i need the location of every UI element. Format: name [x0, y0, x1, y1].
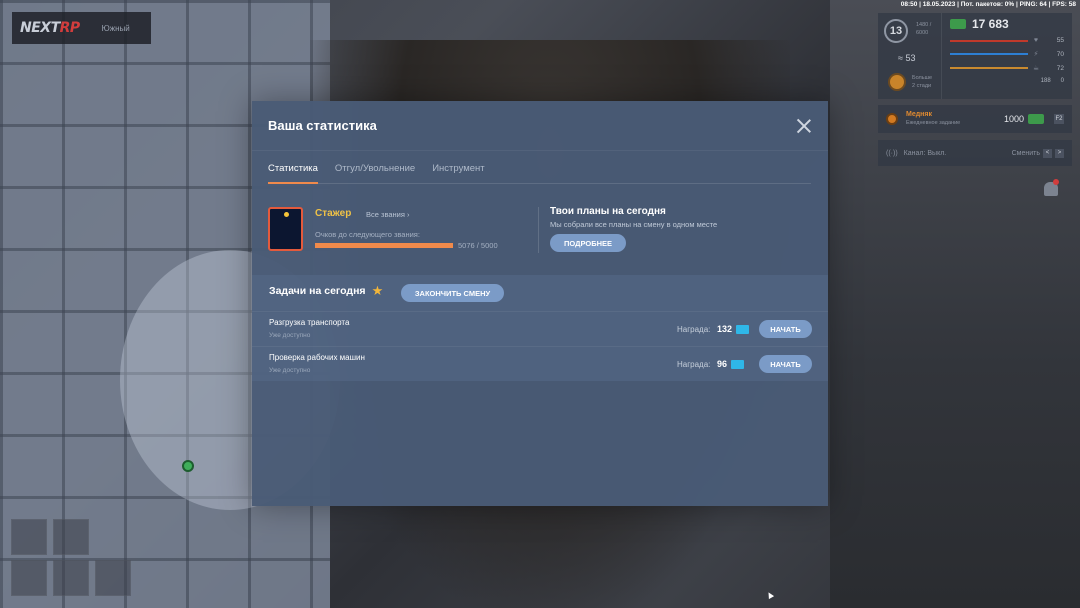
daily-task-widget: Медняк Ежедневное задание 1000 F2	[878, 105, 1072, 133]
hud-player-stats: 13 1480 /6000 ≈ 53 Больше 2 стади 17 683 …	[878, 13, 1072, 99]
money-icon	[1028, 114, 1044, 124]
switch-channel-label: Сменить	[1011, 149, 1040, 157]
hud-level-panel: 13 1480 /6000 ≈ 53 Больше 2 стади	[878, 13, 942, 99]
task-status: Уже доступно	[269, 332, 311, 339]
details-button[interactable]: ПОДРОБНЕЕ	[550, 234, 626, 252]
task-subtitle: Ежедневное задание	[906, 120, 961, 126]
wanted-level: ≈ 53	[898, 53, 916, 63]
server-logo: NEXTRP Южный	[12, 12, 151, 44]
task-icon	[886, 113, 898, 125]
channel-label: Канал: Выкл.	[903, 149, 947, 157]
notification-dot	[1053, 179, 1059, 185]
plans-card: Твои планы на сегодня Мы собрали все пла…	[550, 206, 810, 252]
health-value: 55	[1056, 37, 1064, 44]
tab-tools[interactable]: Инструмент	[432, 163, 484, 184]
section-divider	[538, 207, 539, 253]
task-reward: 1000 F2	[1003, 114, 1064, 124]
task-name: Медняк	[906, 111, 932, 118]
rank-text: Больше 2 стади	[912, 75, 933, 89]
energy-icon: ⚡	[1033, 51, 1039, 58]
rank-badge-icon	[268, 207, 303, 251]
finish-shift-button[interactable]: ЗАКОНЧИТЬ СМЕНУ	[401, 284, 504, 302]
reward-label: Награда:	[677, 360, 711, 369]
voice-channel-widget: ((·)) Канал: Выкл. Сменить < >	[878, 140, 1072, 166]
status-line: 08:50 | 18.05.2023 | Пот. пакетов: 0% | …	[900, 1, 1076, 8]
armor-value: 0	[1060, 78, 1064, 84]
modal-header: Ваша статистика	[252, 101, 828, 151]
logo-text: NEXTRP	[20, 20, 80, 36]
inventory-slot[interactable]	[53, 560, 89, 596]
plans-subtitle: Мы собрали все планы на смену в одном ме…	[550, 220, 718, 229]
exp-counter: 1480 /6000	[916, 22, 932, 36]
hunger-bar	[950, 67, 1028, 69]
task-status: Уже доступно	[269, 367, 311, 374]
reward-value: 96	[717, 359, 728, 369]
ammo-value: 188	[1040, 78, 1051, 84]
hunger-value: 72	[1056, 64, 1064, 72]
modal-tabs: Статистика Отгул/Увольнение Инструмент	[268, 163, 811, 184]
money-display: 17 683	[950, 17, 1064, 31]
task-hotkey: F2	[1054, 114, 1064, 124]
task-row: Проверка рабочих машин Уже доступно Нагр…	[252, 346, 828, 381]
task-name: Разгрузка транспорта	[269, 318, 350, 327]
money-value: 17 683	[972, 17, 1009, 31]
inventory-slot[interactable]	[53, 519, 89, 555]
server-name: Южный	[101, 23, 130, 33]
inventory-slot[interactable]	[11, 560, 47, 596]
health-bar-row: ♥ 55	[950, 37, 1064, 44]
plans-title: Твои планы на сегодня	[550, 206, 666, 217]
exp-points-icon	[736, 325, 749, 334]
health-bar	[950, 39, 1028, 42]
reward-value: 132	[717, 324, 733, 334]
rank-progress-fill	[315, 243, 453, 248]
exp-points-icon	[731, 360, 744, 369]
heart-icon: ♥	[1033, 37, 1039, 44]
energy-bar-row: ⚡ 70	[950, 50, 1064, 58]
rank-progress-bar	[315, 243, 453, 248]
task-row: Разгрузка транспорта Уже доступно Наград…	[252, 311, 828, 346]
energy-bar	[950, 53, 1028, 55]
star-icon: ★	[371, 283, 384, 298]
modal-title: Ваша статистика	[268, 118, 377, 133]
rank-profile: Стажер Все звания › Очков до следующего …	[268, 207, 538, 253]
inventory-slot[interactable]	[95, 560, 131, 596]
rank-progress-text: 5076 / 5000	[458, 241, 498, 250]
rank-icon	[888, 73, 906, 91]
map-marker-icon	[182, 460, 194, 472]
stats-modal: Ваша статистика Статистика Отгул/Увольне…	[252, 101, 828, 506]
close-icon[interactable]	[796, 118, 812, 134]
next-channel-key[interactable]: >	[1055, 148, 1064, 158]
money-icon	[950, 19, 966, 29]
hud-bottom-row: 188 0	[950, 78, 1064, 84]
tab-leave-dismissal[interactable]: Отгул/Увольнение	[335, 163, 415, 184]
start-task-button[interactable]: НАЧАТЬ	[759, 320, 812, 338]
rank-name: Стажер	[315, 208, 352, 219]
inventory-slot[interactable]	[11, 519, 47, 555]
radio-icon: ((·))	[886, 149, 898, 157]
energy-value: 70	[1056, 50, 1064, 58]
start-task-button[interactable]: НАЧАТЬ	[759, 355, 812, 373]
all-ranks-link[interactable]: Все звания ›	[366, 210, 410, 219]
task-name: Проверка рабочих машин	[269, 353, 365, 362]
tasks-title: Задачи на сегодня	[269, 284, 366, 297]
prev-channel-key[interactable]: <	[1043, 148, 1052, 158]
food-icon: ☕	[1032, 65, 1040, 72]
hunger-bar-row: ☕ 72	[950, 64, 1064, 72]
points-label: Очков до следующего звания:	[315, 230, 420, 239]
tab-statistics[interactable]: Статистика	[268, 163, 318, 184]
hud-vitals-panel: 17 683 ♥ 55 ⚡ 70 ☕ 72 188 0	[942, 13, 1072, 99]
reward-label: Награда:	[677, 325, 711, 334]
tasks-header: Задачи на сегодня ★	[269, 284, 383, 297]
level-badge: 13	[884, 19, 908, 43]
